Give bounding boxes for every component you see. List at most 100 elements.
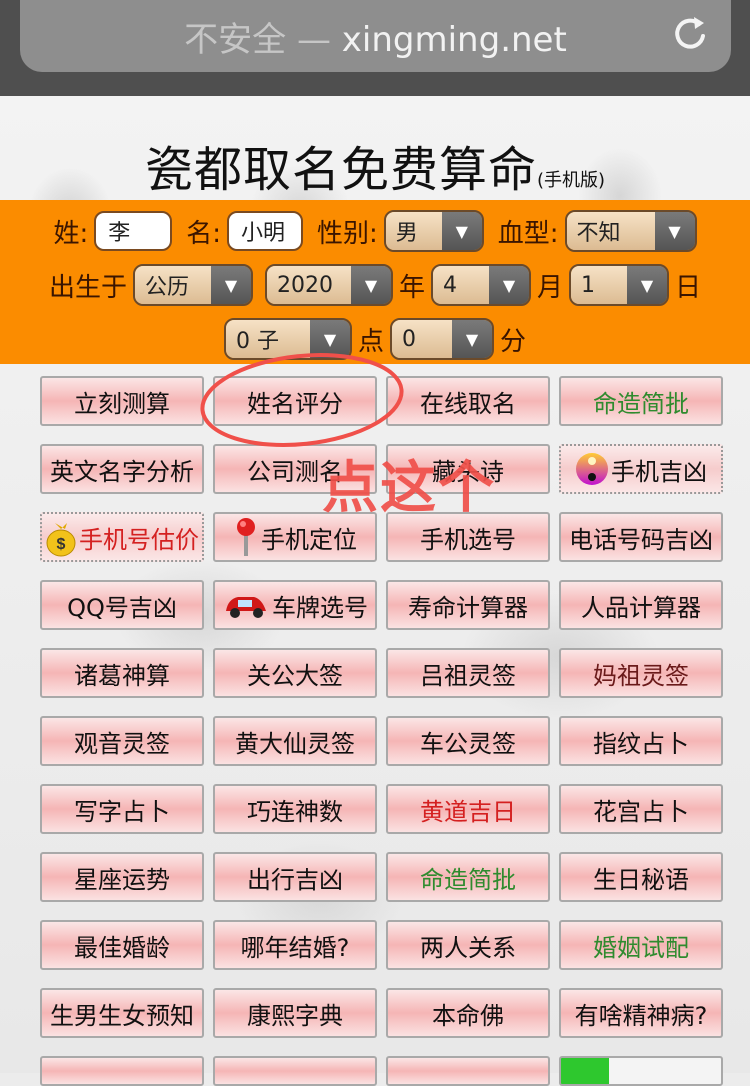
minute-label: 分 (500, 326, 527, 357)
feature-button-partial[interactable] (213, 1056, 377, 1086)
url-host: xingming.net (341, 20, 567, 60)
minute-value: 0 (392, 320, 452, 358)
feature-button-partial[interactable] (559, 1056, 723, 1086)
surname-label: 姓: (53, 218, 89, 249)
feature-button[interactable]: 命造简批 (559, 376, 723, 426)
feature-button-label: 电话号码吉凶 (569, 525, 713, 554)
feature-button[interactable]: 寿命计算器 (386, 580, 550, 630)
minute-select[interactable]: 0 ▼ (390, 318, 494, 360)
chevron-down-icon: ▼ (441, 212, 482, 250)
feature-button-label: 康熙字典 (247, 1001, 343, 1030)
chevron-down-icon: ▼ (350, 266, 391, 304)
feature-button-label: 哪年结婚? (240, 933, 350, 962)
feature-button-label: 花宫占卜 (593, 797, 689, 826)
feature-button[interactable]: 两人关系 (386, 920, 550, 970)
feature-button[interactable]: 电话号码吉凶 (559, 512, 723, 562)
feature-button-label: 命造简批 (420, 865, 516, 894)
gender-label: 性别: (317, 218, 378, 249)
feature-button[interactable]: 立刻测算 (40, 376, 204, 426)
feature-button[interactable]: 星座运势 (40, 852, 204, 902)
feature-button-label: 巧连神数 (247, 797, 343, 826)
chevron-down-icon: ▼ (627, 266, 668, 304)
feature-button[interactable]: 指纹占卜 (559, 716, 723, 766)
feature-button[interactable]: 诸葛神算 (40, 648, 204, 698)
feature-button[interactable]: QQ号吉凶 (40, 580, 204, 630)
feature-button-label: 关公大签 (247, 661, 343, 690)
address-bar[interactable]: 不安全 — xingming.net (20, 0, 731, 72)
url-display[interactable]: 不安全 — xingming.net (20, 12, 731, 61)
feature-button-label: 写字占卜 (74, 797, 170, 826)
feature-button[interactable]: 妈祖灵签 (559, 648, 723, 698)
feature-button[interactable]: 吕祖灵签 (386, 648, 550, 698)
feature-button[interactable]: 有啥精神病? (559, 988, 723, 1038)
feature-button-label: 诸葛神算 (74, 661, 170, 690)
feature-button[interactable]: 生男生女预知 (40, 988, 204, 1038)
name-label: 名: (186, 218, 221, 249)
feature-button-label: 黄道吉日 (420, 797, 516, 826)
year-select[interactable]: 2020 ▼ (264, 264, 393, 306)
feature-button[interactable]: 手机吉凶 (559, 444, 723, 494)
feature-button[interactable]: 出行吉凶 (213, 852, 377, 902)
feature-button[interactable]: 康熙字典 (213, 988, 377, 1038)
feature-button-partial[interactable] (386, 1056, 550, 1086)
feature-button[interactable]: 生日秘语 (559, 852, 723, 902)
feature-button-label: 姓名评分 (247, 389, 343, 418)
calendar-select[interactable]: 公历 ▼ (132, 264, 253, 306)
feature-button-label: 两人关系 (420, 933, 516, 962)
feature-button-label: 车公灵签 (420, 729, 516, 758)
feature-button[interactable]: 哪年结婚? (213, 920, 377, 970)
feature-button[interactable]: 写字占卜 (40, 784, 204, 834)
site-title: 瓷都取名免费算命 (144, 142, 537, 198)
feature-button[interactable]: 本命佛 (386, 988, 550, 1038)
annotation-text: 点这个 (322, 456, 496, 521)
feature-button-label: 观音灵签 (74, 729, 170, 758)
feature-button-label: 妈祖灵签 (593, 661, 689, 690)
svg-text:$: $ (57, 536, 66, 553)
feature-button[interactable]: 车公灵签 (386, 716, 550, 766)
reload-icon[interactable] (671, 14, 711, 54)
feature-button-label: 命造简批 (593, 389, 689, 418)
feature-button[interactable]: 英文名字分析 (40, 444, 204, 494)
feature-button-label: 在线取名 (420, 389, 516, 418)
feature-button[interactable]: 在线取名 (386, 376, 550, 426)
blood-type-label: 血型: (497, 218, 559, 249)
feature-button[interactable]: 花宫占卜 (559, 784, 723, 834)
month-select[interactable]: 4 ▼ (431, 264, 531, 306)
day-select[interactable]: 1 ▼ (569, 264, 670, 306)
born-label: 出生于 (48, 272, 127, 303)
hour-select[interactable]: 0 子 ▼ (223, 318, 352, 360)
security-label: 不安全 (184, 20, 287, 60)
feature-button-label: 婚姻试配 (593, 933, 689, 962)
feature-button[interactable]: 姓名评分 (213, 376, 377, 426)
feature-button[interactable]: 婚姻试配 (559, 920, 723, 970)
month-label: 月 (537, 272, 564, 303)
feature-button[interactable]: 关公大签 (213, 648, 377, 698)
given-name-input[interactable]: 小明 (227, 211, 303, 251)
yin-yang-icon (575, 450, 609, 488)
feature-button-label: 车牌选号 (272, 593, 368, 622)
chevron-down-icon: ▼ (452, 320, 492, 358)
blood-type-value: 不知 (566, 212, 655, 250)
blood-type-select[interactable]: 不知 ▼ (564, 210, 697, 252)
feature-button[interactable]: 车牌选号 (213, 580, 377, 630)
feature-button[interactable]: $ 手机号估价 (40, 512, 204, 562)
feature-button-label: 本命佛 (432, 1001, 504, 1030)
page: 瓷都取名免费算命(手机版) 姓: 李 名: 小明 性别: 男 ▼ 血型: 不知 ▼ … (0, 96, 750, 1086)
gender-select[interactable]: 男 ▼ (383, 210, 484, 252)
feature-button[interactable]: 命造简批 (386, 852, 550, 902)
feature-button-label: 星座运势 (74, 865, 170, 894)
feature-button[interactable]: 黄道吉日 (386, 784, 550, 834)
feature-button-label: 手机吉凶 (611, 457, 707, 486)
feature-button[interactable]: 巧连神数 (213, 784, 377, 834)
feature-button-label: 寿命计算器 (408, 593, 528, 622)
feature-button[interactable]: 人品计算器 (559, 580, 723, 630)
gender-value: 男 (385, 212, 442, 250)
birth-info-form: 姓: 李 名: 小明 性别: 男 ▼ 血型: 不知 ▼ 出生于 公历 ▼ 2020 ▼ … (0, 200, 750, 364)
feature-button-partial[interactable] (40, 1056, 204, 1086)
feature-button-label: 指纹占卜 (593, 729, 689, 758)
surname-input[interactable]: 李 (94, 211, 173, 251)
feature-button[interactable]: 观音灵签 (40, 716, 204, 766)
feature-button[interactable]: 黄大仙灵签 (213, 716, 377, 766)
feature-button-label: 最佳婚龄 (74, 933, 170, 962)
feature-button[interactable]: 最佳婚龄 (40, 920, 204, 970)
